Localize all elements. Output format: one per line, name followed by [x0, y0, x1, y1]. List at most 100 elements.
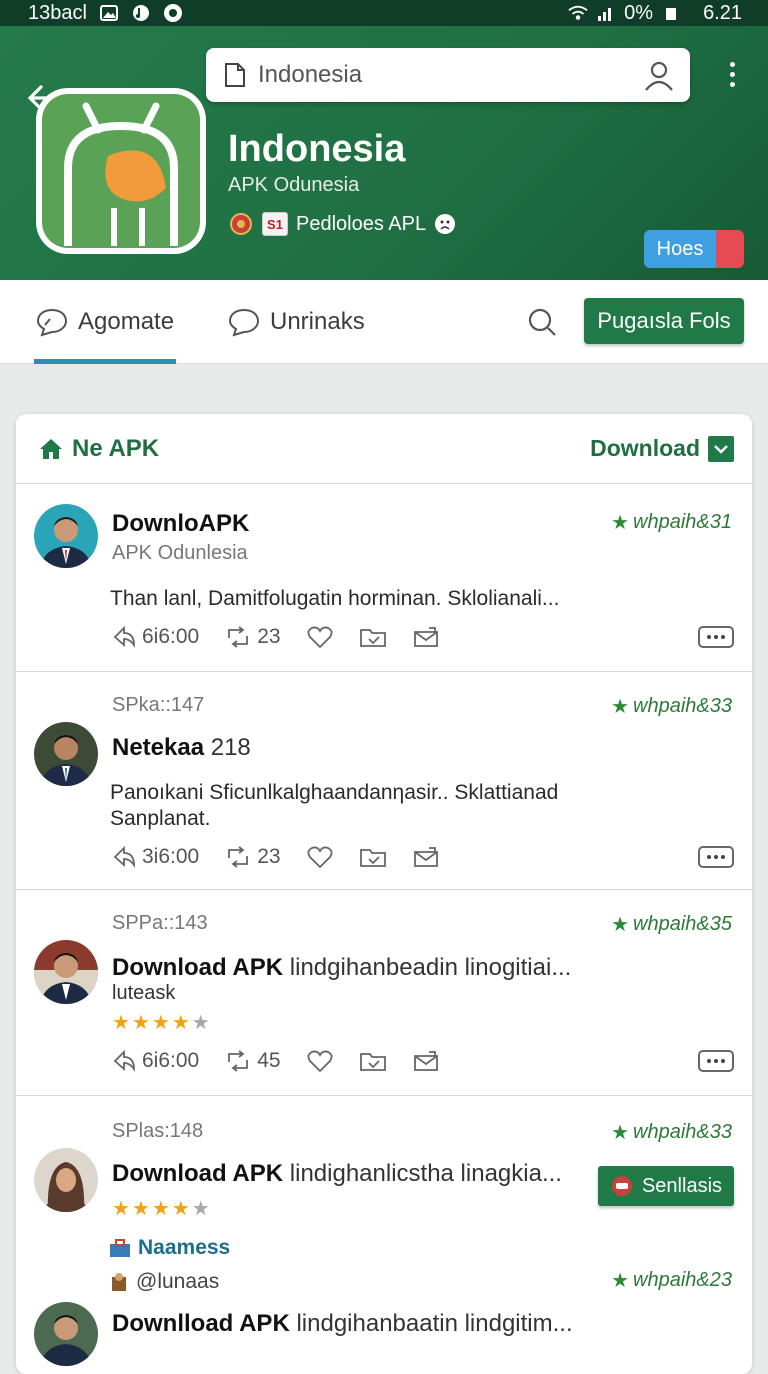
star-icon: ★: [611, 696, 630, 718]
like-button[interactable]: [307, 845, 333, 869]
feed-header: Ne APK Download: [16, 414, 752, 484]
post-author-name: Download APK: [112, 954, 284, 981]
person-icon[interactable]: [642, 58, 676, 92]
share-count: 23: [257, 625, 281, 648]
tab-unrinaks-label: Unrinaks: [270, 308, 365, 335]
like-button[interactable]: [307, 625, 333, 649]
battery-icon: [661, 3, 681, 23]
heart-icon: [307, 626, 333, 649]
primary-action-button[interactable]: Pugaısla Fols: [584, 298, 744, 344]
save-button[interactable]: [359, 1049, 387, 1073]
chat-bubble-icon: [36, 308, 68, 337]
carrier-text: 13bacl: [28, 1, 87, 24]
reply-icon: [113, 845, 135, 868]
save-button[interactable]: [359, 845, 387, 869]
download-dropdown[interactable]: Download: [590, 435, 734, 462]
post-tag: ★ whpaih&33: [611, 1120, 732, 1145]
post-text: Than lanl, Damitfolugatin horminan. Sklo…: [110, 587, 560, 610]
repost-icon: [228, 1050, 249, 1072]
star-icon: ★: [611, 914, 630, 936]
star-icon: ★: [611, 512, 630, 534]
chevron-down-icon: [708, 435, 734, 462]
star-icon: ★: [112, 1012, 130, 1034]
comment-count: 6i6:00: [142, 1049, 200, 1072]
gallery-icon: [99, 3, 119, 23]
comment-button[interactable]: 3i6:00: [112, 845, 199, 869]
avatar[interactable]: [34, 504, 98, 568]
more-icon[interactable]: [698, 626, 734, 648]
list-item[interactable]: Downlload APK lindgihanbaatin lindgitim.…: [16, 1296, 752, 1374]
handle-label: @lunaas: [108, 1270, 219, 1294]
star-icon: ★: [611, 1270, 630, 1292]
star-icon: ★: [191, 1012, 210, 1034]
meta-label: Pedloloes APL: [296, 212, 427, 235]
search-icon: [528, 308, 556, 336]
list-item[interactable]: DownloAPK APK Odunlesia ★ whpaih&31 Than…: [16, 484, 752, 672]
send-message-button[interactable]: [413, 845, 439, 869]
repost-icon: [228, 846, 249, 868]
post-author-suffix: lindgihanbeadin linogitiai...: [289, 954, 572, 981]
more-icon[interactable]: [698, 1050, 734, 1072]
wifi-icon: [568, 3, 588, 23]
send-message-button[interactable]: [413, 625, 439, 649]
share-button[interactable]: 23: [225, 845, 281, 869]
hoes-button[interactable]: Hoes: [644, 230, 744, 268]
post-handle: luteask: [112, 982, 176, 1004]
star-icon: ★: [171, 1198, 190, 1220]
avatar[interactable]: [34, 1302, 98, 1366]
heart-icon: [307, 1050, 333, 1073]
signal-icon: [596, 3, 616, 23]
mail-icon: [413, 1051, 438, 1071]
category-text: Naamess: [138, 1236, 231, 1259]
post-text: Panoıkani Sficunlkalghaandanηasir.. Skla…: [110, 781, 559, 830]
share-button[interactable]: 45: [225, 1049, 281, 1073]
share-button[interactable]: 23: [225, 625, 281, 649]
category-label: Naamess: [108, 1236, 230, 1260]
star-icon: ★: [131, 1012, 150, 1034]
mail-icon: [413, 847, 438, 867]
send-button[interactable]: Senllasis: [598, 1166, 734, 1206]
app-subtitle: APK Odunesia: [228, 174, 360, 196]
avatar[interactable]: [34, 1148, 98, 1212]
star-icon: ★: [171, 1012, 190, 1034]
comment-button[interactable]: 6i6:00: [112, 625, 199, 649]
post-tag: ★ whpaih&31: [611, 510, 732, 535]
send-message-button[interactable]: [413, 1049, 439, 1073]
music-icon: [131, 3, 151, 23]
like-button[interactable]: [307, 1049, 333, 1073]
save-button[interactable]: [359, 625, 387, 649]
avatar[interactable]: [34, 722, 98, 786]
post-tag-secondary: ★ whpaih&23: [611, 1268, 732, 1293]
post-actions: 3i6:00 23: [112, 842, 734, 872]
post-actions: 6i6:00 23: [112, 622, 734, 652]
post-author: Download APK lindighanlicstha linagkia..…: [112, 1160, 562, 1188]
post-author: Download APK lindgihanbeadin linogitiai.…: [112, 954, 571, 982]
post-tag-text: whpaih&23: [633, 1269, 732, 1291]
tab-unrinaks[interactable]: Unrinaks: [228, 280, 365, 364]
star-icon: ★: [611, 1122, 630, 1144]
heart-icon: [307, 846, 333, 869]
search-input[interactable]: Indonesia: [206, 48, 690, 102]
post-tag-text: whpaih&31: [633, 511, 732, 533]
download-label: Download: [590, 435, 700, 461]
more-options-button[interactable]: [716, 58, 748, 90]
list-item[interactable]: SPlas:148 Download APK lindighanlicstha …: [16, 1096, 752, 1296]
feed-title: Ne APK: [38, 435, 159, 463]
send-button-label: Senllasis: [641, 1174, 723, 1197]
record-icon: [163, 3, 183, 23]
comment-count: 6i6:00: [142, 625, 200, 648]
more-icon[interactable]: [698, 846, 734, 868]
post-time: SPlas:148: [112, 1120, 204, 1142]
comment-button[interactable]: 6i6:00: [112, 1049, 199, 1073]
post-tag-text: whpaih&35: [633, 913, 732, 935]
list-item[interactable]: SPka::147 Netekaa 218 ★ whpaih&33 Panoık…: [16, 672, 752, 890]
car-icon: [611, 1176, 632, 1196]
feed-title-text: Ne APK: [72, 434, 160, 462]
post-author-name: Download APK: [112, 1160, 284, 1187]
avatar[interactable]: [34, 940, 98, 1004]
document-icon: [225, 63, 245, 87]
list-item[interactable]: SPPa::143 Download APK lindgihanbeadin l…: [16, 890, 752, 1096]
tab-agomate[interactable]: Agomate: [33, 280, 177, 364]
search-button[interactable]: [524, 304, 560, 340]
post-tag: ★ whpaih&33: [611, 694, 732, 719]
